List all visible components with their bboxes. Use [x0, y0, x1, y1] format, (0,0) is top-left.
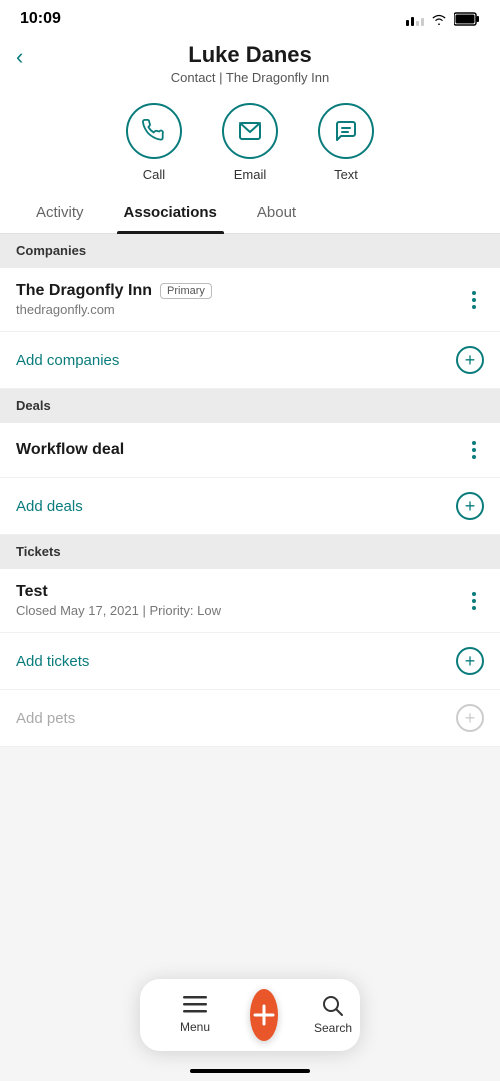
search-nav-item[interactable]: Search	[308, 995, 358, 1035]
contact-name: Luke Danes	[20, 42, 480, 68]
ticket-subtitle: Closed May 17, 2021 | Priority: Low	[16, 603, 464, 618]
ticket-more-button[interactable]	[464, 588, 484, 614]
ticket-name: Test	[16, 583, 464, 601]
contact-subtitle: Contact | The Dragonfly Inn	[20, 70, 480, 85]
phone-icon	[142, 119, 166, 143]
companies-header-text: Companies	[16, 243, 86, 258]
tickets-header-text: Tickets	[16, 544, 61, 559]
status-time: 10:09	[20, 10, 61, 28]
deal-item-left: Workflow deal	[16, 441, 464, 459]
add-pets-button[interactable]: +	[456, 704, 484, 732]
back-button[interactable]: ‹	[16, 44, 23, 70]
text-button[interactable]	[318, 103, 374, 159]
tab-about[interactable]: About	[237, 192, 316, 233]
add-tickets-button[interactable]: +	[456, 647, 484, 675]
company-more-button[interactable]	[464, 287, 484, 313]
add-companies-button[interactable]: +	[456, 346, 484, 374]
company-item: The Dragonfly Inn Primary thedragonfly.c…	[0, 268, 500, 332]
menu-icon	[183, 996, 207, 1016]
add-deals-row[interactable]: Add deals +	[0, 478, 500, 535]
add-icon	[250, 1001, 278, 1029]
home-indicator	[190, 1069, 310, 1073]
add-deals-label: Add deals	[16, 498, 83, 515]
deals-header-text: Deals	[16, 398, 51, 413]
add-pets-label: Add pets	[16, 710, 75, 727]
status-bar: 10:09	[0, 0, 500, 34]
plus-icon: +	[465, 708, 476, 729]
action-icons: Call Email Text	[0, 85, 500, 192]
deal-name: Workflow deal	[16, 441, 464, 459]
plus-icon: +	[465, 496, 476, 517]
email-action[interactable]: Email	[222, 103, 278, 182]
search-label: Search	[314, 1021, 352, 1035]
battery-icon	[454, 12, 480, 26]
add-tickets-label: Add tickets	[16, 653, 89, 670]
call-button[interactable]	[126, 103, 182, 159]
primary-badge: Primary	[160, 283, 212, 299]
tabs: Activity Associations About	[0, 192, 500, 234]
email-label: Email	[234, 167, 267, 182]
fab-button[interactable]	[250, 989, 278, 1041]
add-tickets-row[interactable]: Add tickets +	[0, 633, 500, 690]
menu-label: Menu	[180, 1020, 210, 1034]
add-pets-row[interactable]: Add pets +	[0, 690, 500, 747]
plus-icon: +	[465, 651, 476, 672]
tab-activity[interactable]: Activity	[16, 192, 104, 233]
search-icon	[322, 995, 344, 1017]
content: Companies The Dragonfly Inn Primary thed…	[0, 234, 500, 867]
text-action[interactable]: Text	[318, 103, 374, 182]
add-companies-label: Add companies	[16, 352, 119, 369]
tickets-section-header: Tickets	[0, 535, 500, 569]
company-subtitle: thedragonfly.com	[16, 302, 464, 317]
email-button[interactable]	[222, 103, 278, 159]
bottom-nav: Menu Search	[140, 979, 360, 1051]
text-label: Text	[334, 167, 358, 182]
add-companies-row[interactable]: Add companies +	[0, 332, 500, 389]
company-item-left: The Dragonfly Inn Primary thedragonfly.c…	[16, 282, 464, 317]
call-action[interactable]: Call	[126, 103, 182, 182]
deals-section-header: Deals	[0, 389, 500, 423]
companies-section-header: Companies	[0, 234, 500, 268]
add-deals-button[interactable]: +	[456, 492, 484, 520]
ticket-item: Test Closed May 17, 2021 | Priority: Low	[0, 569, 500, 633]
email-icon	[238, 119, 262, 143]
header: ‹ Luke Danes Contact | The Dragonfly Inn	[0, 34, 500, 85]
company-name: The Dragonfly Inn Primary	[16, 282, 464, 300]
call-label: Call	[143, 167, 165, 182]
plus-icon: +	[465, 350, 476, 371]
signal-icon	[406, 12, 424, 26]
status-icons	[406, 12, 480, 26]
tab-associations[interactable]: Associations	[104, 192, 237, 233]
text-icon	[334, 119, 358, 143]
ticket-item-left: Test Closed May 17, 2021 | Priority: Low	[16, 583, 464, 618]
deal-more-button[interactable]	[464, 437, 484, 463]
wifi-icon	[430, 12, 448, 26]
deal-item: Workflow deal	[0, 423, 500, 478]
menu-nav-item[interactable]: Menu	[170, 996, 220, 1034]
